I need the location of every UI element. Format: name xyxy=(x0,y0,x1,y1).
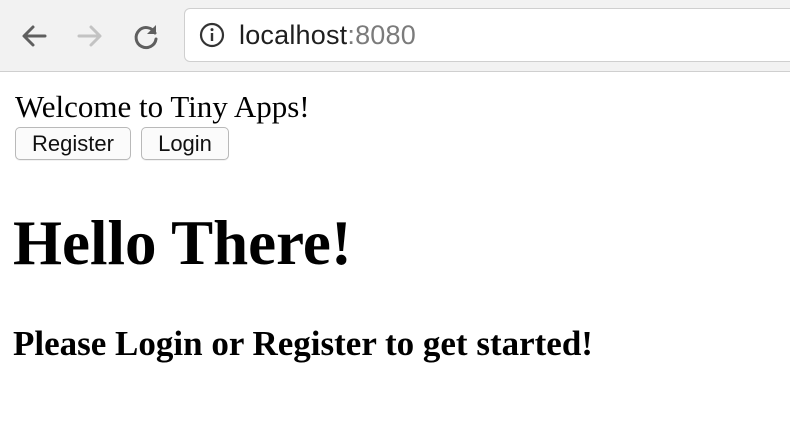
forward-arrow-icon xyxy=(75,21,105,51)
address-bar[interactable]: localhost:8080 xyxy=(184,8,790,62)
page-content: Welcome to Tiny Apps! Register Login Hel… xyxy=(0,72,790,432)
url-host: localhost xyxy=(239,19,348,50)
url-text[interactable]: localhost:8080 xyxy=(239,20,416,51)
page-subtitle: Please Login or Register to get started! xyxy=(13,324,593,363)
browser-toolbar: localhost:8080 xyxy=(0,0,790,72)
url-port: :8080 xyxy=(347,19,416,50)
reload-button[interactable] xyxy=(126,16,166,56)
welcome-text: Welcome to Tiny Apps! xyxy=(15,89,310,124)
back-arrow-icon xyxy=(19,21,49,51)
info-icon[interactable] xyxy=(199,22,225,48)
login-button[interactable]: Login xyxy=(141,127,229,160)
page-title: Hello There! xyxy=(13,208,352,278)
forward-button[interactable] xyxy=(70,16,110,56)
reload-icon xyxy=(131,21,161,51)
back-button[interactable] xyxy=(14,16,54,56)
register-button[interactable]: Register xyxy=(15,127,131,160)
